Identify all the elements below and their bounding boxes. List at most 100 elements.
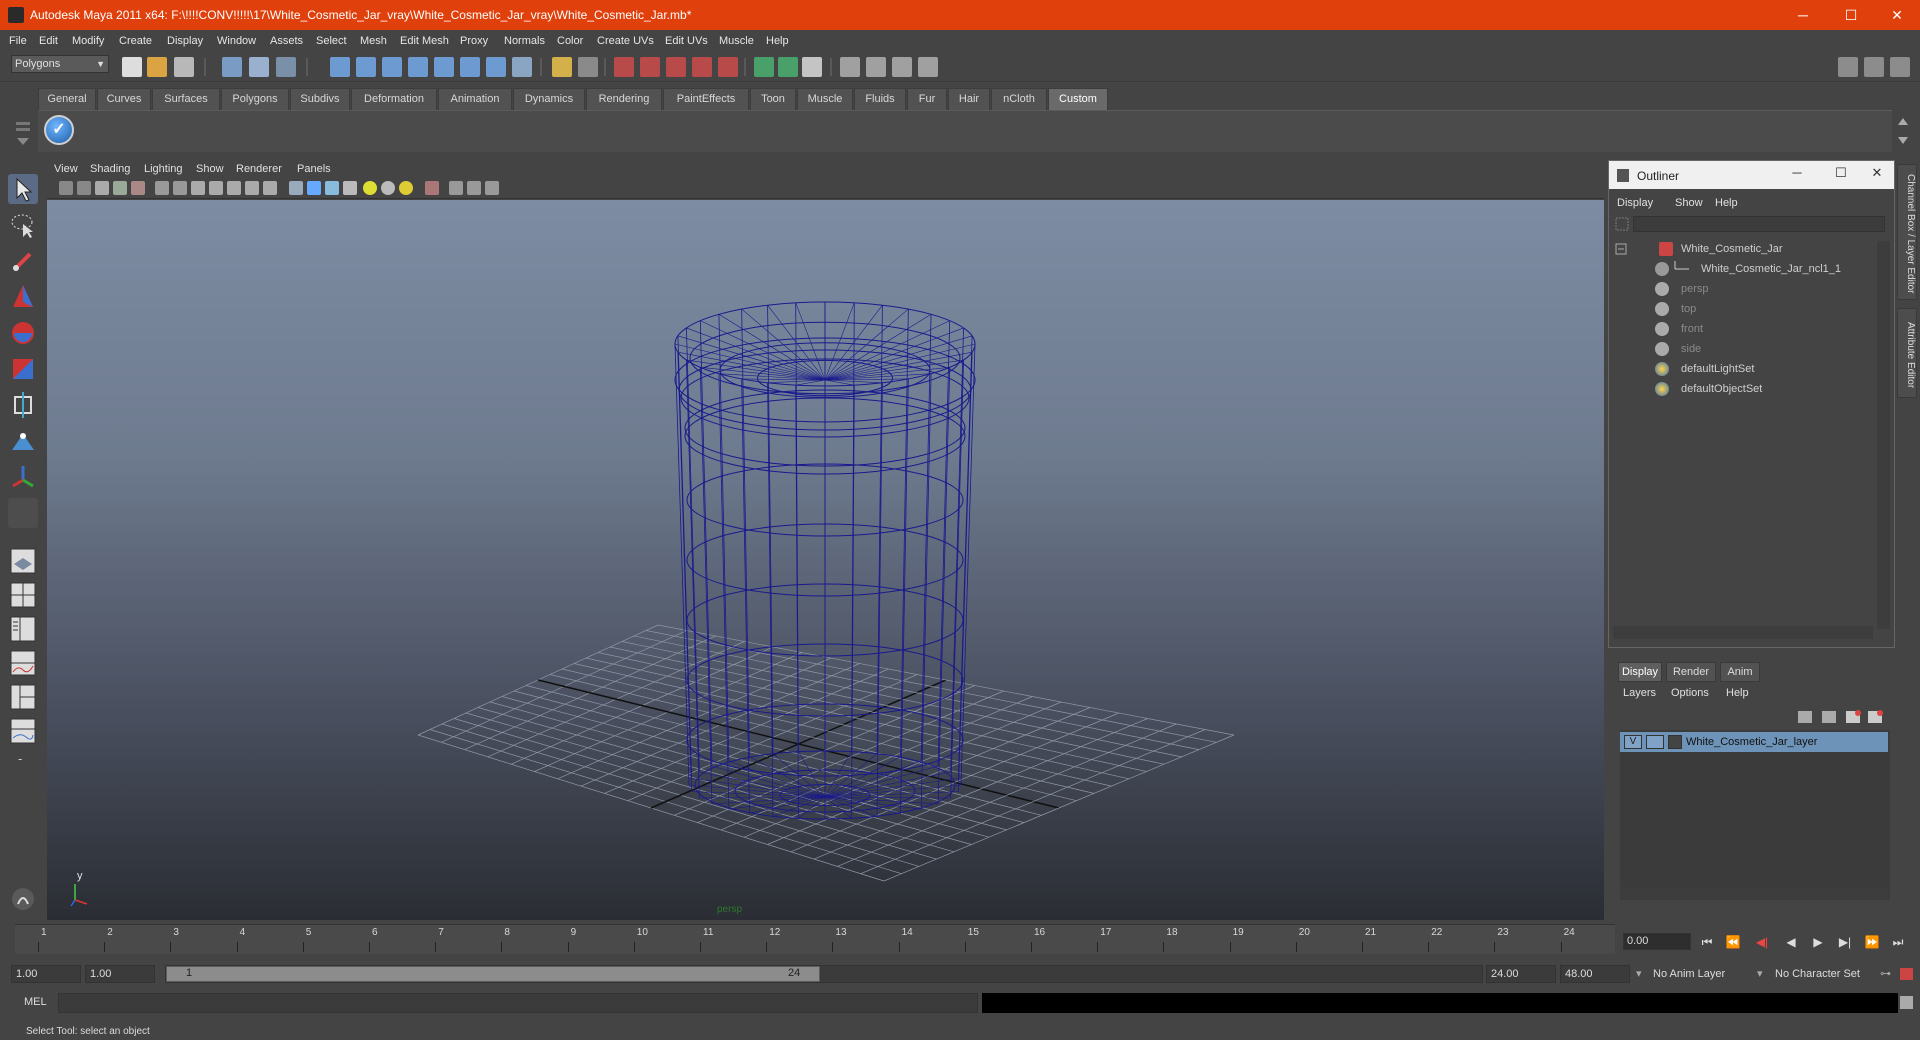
snap-history-icon[interactable]	[460, 57, 480, 77]
new-scene-icon[interactable]	[122, 57, 142, 77]
time-ruler[interactable]: 1 2 3 4 5 6 7 8 9 10 11 12 13 14 15 16 17 18 19 20 21 22 23 24	[15, 924, 1615, 954]
menu-window[interactable]: Window	[217, 35, 256, 47]
layout-four-pane-icon[interactable]	[8, 580, 38, 610]
textured-icon[interactable]	[343, 181, 357, 195]
smooth-shade-icon[interactable]	[307, 181, 321, 195]
isolate-select-icon[interactable]	[425, 181, 439, 195]
field-chart-icon[interactable]	[227, 181, 241, 195]
perspective-viewport[interactable]: y persp	[47, 200, 1604, 920]
animation-start-field[interactable]: 1.00	[11, 965, 81, 983]
range-slider-thumb[interactable]	[166, 966, 820, 982]
tab-rendering[interactable]: Rendering	[586, 88, 662, 110]
scale-tool-icon[interactable]	[8, 354, 38, 384]
bookmark-icon[interactable]	[95, 181, 109, 195]
lasso-tool-icon[interactable]	[8, 210, 38, 240]
minimize-button[interactable]: ─	[1780, 0, 1826, 30]
step-forward-frame-icon[interactable]: ▶|	[1835, 933, 1855, 951]
paint-select-tool-icon[interactable]	[8, 246, 38, 276]
menu-help[interactable]: Help	[766, 35, 789, 47]
name-field-icon[interactable]	[778, 57, 798, 77]
menu-assets[interactable]: Assets	[270, 35, 303, 47]
menu-select[interactable]: Select	[316, 35, 347, 47]
menu-color[interactable]: Color	[557, 35, 583, 47]
tab-channel-box-layer-editor[interactable]: Channel Box / Layer Editor	[1897, 164, 1917, 300]
outliner-item[interactable]: defaultLightSet	[1611, 359, 1873, 379]
layout-script-pane-icon[interactable]	[8, 716, 38, 746]
menu-display[interactable]: Display	[167, 35, 203, 47]
filter-icon[interactable]	[1615, 217, 1629, 231]
snap-curve-icon[interactable]	[356, 57, 376, 77]
construction-history-icon[interactable]	[614, 57, 634, 77]
outliner-item[interactable]: White_Cosmetic_Jar	[1611, 239, 1873, 259]
resolution-gate-icon[interactable]	[191, 181, 205, 195]
lock-icon[interactable]	[552, 57, 572, 77]
safe-title-icon[interactable]	[263, 181, 277, 195]
layout-grid-icon[interactable]	[1890, 57, 1910, 77]
step-back-key-icon[interactable]: ⏪	[1723, 933, 1743, 951]
all-lights-icon[interactable]	[381, 181, 395, 195]
outliner-item[interactable]: side	[1611, 339, 1873, 359]
tab-polygons[interactable]: Polygons	[221, 88, 289, 110]
image-plane-icon[interactable]	[113, 181, 127, 195]
chevron-down-icon[interactable]: ▾	[1636, 965, 1652, 983]
snap-point-icon[interactable]	[382, 57, 402, 77]
tab-fluids[interactable]: Fluids	[854, 88, 906, 110]
toggle-channel-box-icon[interactable]	[892, 57, 912, 77]
save-scene-icon[interactable]	[174, 57, 194, 77]
tab-subdivs[interactable]: Subdivs	[290, 88, 350, 110]
gate-mask-icon[interactable]	[209, 181, 223, 195]
select-by-hierarchy-icon[interactable]	[222, 57, 242, 77]
menu-file[interactable]: File	[9, 35, 27, 47]
tab-surfaces[interactable]: Surfaces	[152, 88, 220, 110]
shadows-icon[interactable]	[399, 181, 413, 195]
menu-edit[interactable]: Edit	[39, 35, 58, 47]
menu-modify[interactable]: Modify	[72, 35, 104, 47]
use-default-light-icon[interactable]	[363, 181, 377, 195]
layout-hypershade-pane-icon[interactable]	[8, 682, 38, 712]
preferences-icon[interactable]	[1900, 968, 1913, 980]
menu-create-uvs[interactable]: Create UVs	[597, 35, 654, 47]
display-layer-row[interactable]: V White_Cosmetic_Jar_layer	[1620, 732, 1888, 752]
layout-list-icon[interactable]	[1864, 57, 1884, 77]
menu-mesh[interactable]: Mesh	[360, 35, 387, 47]
outliner-maximize-button[interactable]: ☐	[1831, 165, 1851, 181]
wireframe-on-shaded-icon[interactable]	[325, 181, 339, 195]
maximize-button[interactable]: ☐	[1828, 0, 1874, 30]
snap-live-icon[interactable]	[486, 57, 506, 77]
layer-action-icons[interactable]	[1796, 708, 1888, 726]
chevron-down-icon[interactable]: ▾	[1757, 965, 1773, 983]
panel-menu-panels[interactable]: Panels	[297, 163, 331, 175]
command-input[interactable]	[58, 993, 978, 1013]
select-by-object-icon[interactable]	[249, 57, 269, 77]
auto-key-icon[interactable]: ⊶	[1880, 965, 1891, 983]
panel-menu-show[interactable]: Show	[196, 163, 224, 175]
film-gate-icon[interactable]	[173, 181, 187, 195]
snap-plane-icon[interactable]	[408, 57, 428, 77]
show-manipulator-icon[interactable]	[8, 462, 38, 492]
camera-select-icon[interactable]	[59, 181, 73, 195]
tab-hair[interactable]: Hair	[948, 88, 990, 110]
close-button[interactable]: ✕	[1874, 0, 1920, 30]
panel-menu-shading[interactable]: Shading	[90, 163, 130, 175]
layer-playback-toggle[interactable]	[1646, 735, 1664, 749]
tab-animation[interactable]: Animation	[438, 88, 512, 110]
outliner-menu-help[interactable]: Help	[1715, 197, 1738, 209]
step-back-frame-icon[interactable]: ◀|	[1752, 933, 1772, 951]
script-editor-icon[interactable]	[1900, 996, 1913, 1009]
layer-menu-layers[interactable]: Layers	[1623, 687, 1656, 699]
anim-layer-dropdown[interactable]: No Anim Layer	[1653, 965, 1725, 983]
current-frame-field[interactable]: 0.00	[1623, 933, 1691, 950]
tab-muscle[interactable]: Muscle	[797, 88, 853, 110]
quick-layout-icon[interactable]	[8, 884, 38, 914]
go-to-end-icon[interactable]: ⏭	[1888, 933, 1908, 951]
select-tool-icon[interactable]	[8, 174, 38, 204]
outliner-filter-field[interactable]	[1633, 216, 1885, 232]
universal-manipulator-icon[interactable]	[8, 390, 38, 420]
menu-muscle[interactable]: Muscle	[719, 35, 754, 47]
input-line-icon[interactable]	[754, 57, 774, 77]
tab-render-layers[interactable]: Render	[1666, 662, 1716, 682]
outliner-item[interactable]: defaultObjectSet	[1611, 379, 1873, 399]
toggle-render-view-icon[interactable]	[918, 57, 938, 77]
outliner-item[interactable]: White_Cosmetic_Jar_ncl1_1	[1611, 259, 1873, 279]
shelf-menu-grip[interactable]	[14, 118, 34, 148]
